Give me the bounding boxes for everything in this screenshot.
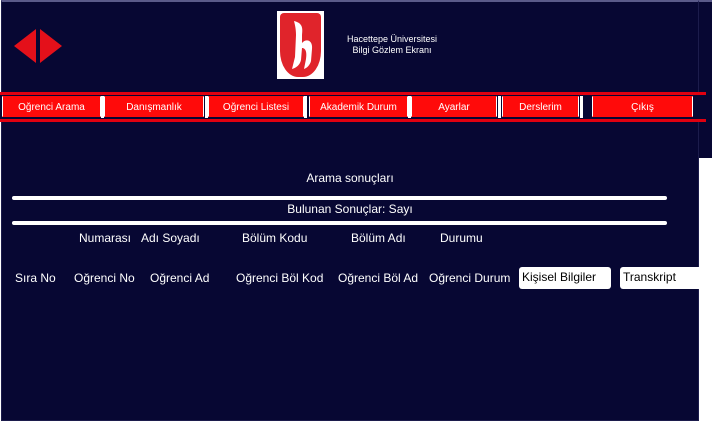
column-header-status: Durumu: [440, 231, 483, 245]
divider: [12, 221, 667, 225]
nav-item-logout[interactable]: Çıkış: [592, 96, 693, 117]
row-dept-code: Oğrenci Böl Kod: [236, 271, 324, 285]
nav-item-settings[interactable]: Ayarlar: [411, 96, 497, 117]
nav-separator: [304, 96, 307, 118]
institution-title: Hacettepe Üniversitesi Bilgi Gözlem Ekra…: [333, 34, 451, 56]
nav-separator: [498, 96, 501, 118]
transcript-button[interactable]: Transkript: [620, 267, 706, 289]
frame-top-border: [699, 0, 712, 2]
nav-separator: [580, 96, 583, 118]
nav-item-my-courses[interactable]: Derslerim: [502, 96, 579, 117]
column-header-dept-name: Bölüm Adı: [351, 231, 406, 245]
row-status: Oğrenci Durum: [429, 271, 511, 285]
row-student-number: Oğrenci No: [74, 271, 135, 285]
column-header-number: Numarası: [79, 231, 132, 245]
logo-h-glyph: [292, 21, 313, 69]
column-header-dept-code: Bölüm Kodu: [242, 231, 308, 245]
divider: [12, 196, 667, 200]
nav-item-student-list[interactable]: Oğrenci Listesi: [208, 96, 304, 117]
nav-item-student-search[interactable]: Oğrenci Arama: [2, 96, 101, 117]
institution-name: Hacettepe Üniversitesi: [346, 34, 438, 44]
app-frame-extension: [699, 0, 712, 158]
row-dept-name: Oğrenci Böl Ad: [338, 271, 419, 285]
row-student-name: Oğrenci Ad: [150, 271, 210, 285]
column-header-name: Adı Soyadı: [141, 231, 200, 245]
results-title: Arama sonuçları: [306, 171, 394, 185]
hacettepe-logo: [277, 11, 324, 79]
nav-item-academic-status[interactable]: Akademik Durum: [309, 96, 408, 117]
arrow-left-icon[interactable]: [14, 29, 36, 63]
results-count-label: Bulunan Sonuçlar: Sayı: [287, 202, 413, 216]
screen-name: Bilgi Gözlem Ekranı: [352, 45, 432, 55]
personal-info-button[interactable]: Kişisel Bilgiler: [519, 267, 611, 289]
nav-item-advising[interactable]: Danışmanlık: [104, 96, 204, 117]
arrow-right-icon[interactable]: [40, 29, 62, 63]
row-index: Sıra No: [15, 271, 56, 285]
